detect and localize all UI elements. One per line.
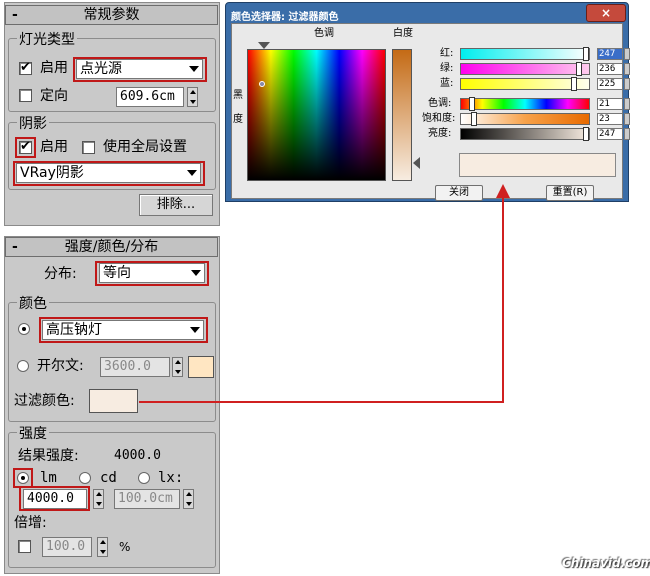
blue-spinner[interactable] (624, 78, 630, 90)
rollout-title: 强度/颜色/分布 (64, 239, 159, 255)
brightness-label: 亮度: (428, 128, 452, 139)
color-picker-dialog: 颜色选择器: 过滤器颜色 × 色调 白度 黑度 红: 247 绿: 236 蓝:… (225, 2, 630, 202)
multiplier-label: 倍增: (14, 515, 47, 531)
light-type-group-label: 灯光类型 (17, 32, 77, 48)
highlight-intensity (19, 486, 90, 511)
light-enable-label: 启用 (40, 60, 68, 76)
dialog-title: 颜色选择器: 过滤器颜色 (231, 12, 339, 23)
target-distance-input[interactable]: 609.6cm (116, 87, 184, 107)
highlight-distribution (95, 261, 209, 286)
crosshair-icon[interactable] (259, 81, 265, 87)
highlight-color-preset (39, 317, 208, 343)
unit-lx-radio[interactable] (138, 472, 150, 484)
distribution-label: 分布: (44, 266, 77, 282)
blue-input[interactable]: 225 (597, 78, 623, 90)
multiplier-checkbox[interactable] (18, 540, 31, 553)
unit-cd-radio[interactable] (79, 472, 91, 484)
resulting-intensity-value: 4000.0 (114, 448, 161, 463)
color-preset-radio[interactable] (18, 323, 30, 335)
shadows-group-label: 阴影 (17, 116, 49, 132)
slider-thumb[interactable] (471, 112, 477, 126)
red-label: 红: (440, 48, 454, 59)
dialog-reset-button[interactable]: 重置(R) (546, 185, 594, 201)
multiplier-spinner[interactable] (97, 537, 108, 557)
watermark: Chinavid.com (562, 556, 650, 570)
green-input[interactable]: 236 (597, 63, 623, 75)
kelvin-input[interactable]: 3600.0 (100, 357, 170, 377)
kelvin-radio[interactable] (17, 360, 29, 372)
red-input[interactable]: 247 (597, 48, 623, 60)
targeted-label: 定向 (40, 88, 68, 104)
distance-spinner[interactable] (183, 489, 194, 509)
saturation-input[interactable]: 23 (597, 113, 623, 125)
slider-thumb[interactable] (571, 77, 577, 91)
slider-thumb[interactable] (583, 127, 589, 141)
filter-color-label: 过滤颜色: (14, 393, 75, 409)
intensity-spinner[interactable] (93, 489, 104, 509)
dialog-close-button[interactable]: 关闭 (435, 185, 483, 201)
kelvin-label: 开尔文: (37, 358, 84, 374)
red-spinner[interactable] (624, 48, 630, 60)
blue-slider[interactable] (460, 77, 590, 91)
multiplier-input[interactable]: 100.0 (42, 537, 92, 557)
highlight-unit-lm (13, 468, 33, 488)
hue-pointer-icon[interactable] (258, 42, 270, 49)
kelvin-spinner[interactable] (172, 357, 183, 377)
green-spinner[interactable] (624, 63, 630, 75)
whiteness-label: 白度 (393, 28, 413, 39)
unit-lx-label: lx: (158, 470, 184, 486)
color-group-label: 颜色 (17, 296, 49, 312)
green-slider[interactable] (460, 62, 590, 76)
hue-slider[interactable] (460, 97, 590, 111)
exclude-button[interactable]: 排除... (139, 194, 213, 216)
hue-input[interactable]: 21 (597, 98, 623, 110)
whiteness-bar[interactable] (392, 49, 412, 181)
slider-thumb[interactable] (576, 62, 582, 76)
whiteness-pointer-icon[interactable] (413, 157, 420, 169)
saturation-spinner[interactable] (624, 113, 630, 125)
dialog-body: 色调 白度 黑度 红: 247 绿: 236 蓝: 225 色调: 21 饱和度… (231, 23, 630, 201)
highlight-shadow-type (13, 161, 205, 186)
close-icon[interactable]: × (586, 4, 626, 22)
green-label: 绿: (440, 63, 454, 74)
highlight-shadow-enable (15, 137, 36, 158)
rollout-title: 常规参数 (83, 7, 140, 23)
brightness-slider[interactable] (460, 127, 590, 141)
intensity-group-label: 强度 (17, 426, 49, 442)
unit-cd-label: cd (100, 470, 117, 486)
highlight-light-type (73, 57, 207, 82)
use-global-checkbox[interactable] (82, 141, 95, 154)
kelvin-color-swatch[interactable] (188, 356, 214, 378)
saturation-slider[interactable] (460, 112, 590, 126)
brightness-input[interactable]: 247 (597, 128, 623, 140)
blue-label: 蓝: (440, 78, 454, 89)
unit-lm-label: lm (40, 470, 57, 486)
filter-color-swatch[interactable] (89, 389, 138, 413)
distance-input[interactable]: 100.0cm (114, 489, 180, 509)
color-preview-swatch (459, 153, 616, 177)
shadow-enable-label: 启用 (40, 139, 68, 155)
light-enable-checkbox[interactable] (19, 60, 32, 76)
targeted-checkbox[interactable] (19, 89, 32, 102)
target-distance-spinner[interactable] (187, 87, 198, 107)
hue-row-label: 色调: (428, 98, 452, 109)
general-parameters-header[interactable]: - 常规参数 (5, 5, 218, 25)
intensity-header[interactable]: - 强度/颜色/分布 (5, 237, 218, 257)
slider-thumb[interactable] (583, 47, 589, 61)
saturation-label: 饱和度: (422, 113, 456, 124)
use-global-label: 使用全局设置 (103, 139, 187, 155)
hue-spinner[interactable] (624, 98, 630, 110)
red-slider[interactable] (460, 47, 590, 61)
slider-thumb[interactable] (469, 97, 475, 111)
percent-label: % (119, 540, 131, 554)
hue-saturation-field[interactable] (247, 49, 386, 181)
blackness-label: 黑度 (233, 90, 243, 125)
hue-label: 色调 (314, 28, 334, 39)
resulting-intensity-label: 结果强度: (18, 448, 79, 464)
brightness-spinner[interactable] (624, 128, 630, 140)
